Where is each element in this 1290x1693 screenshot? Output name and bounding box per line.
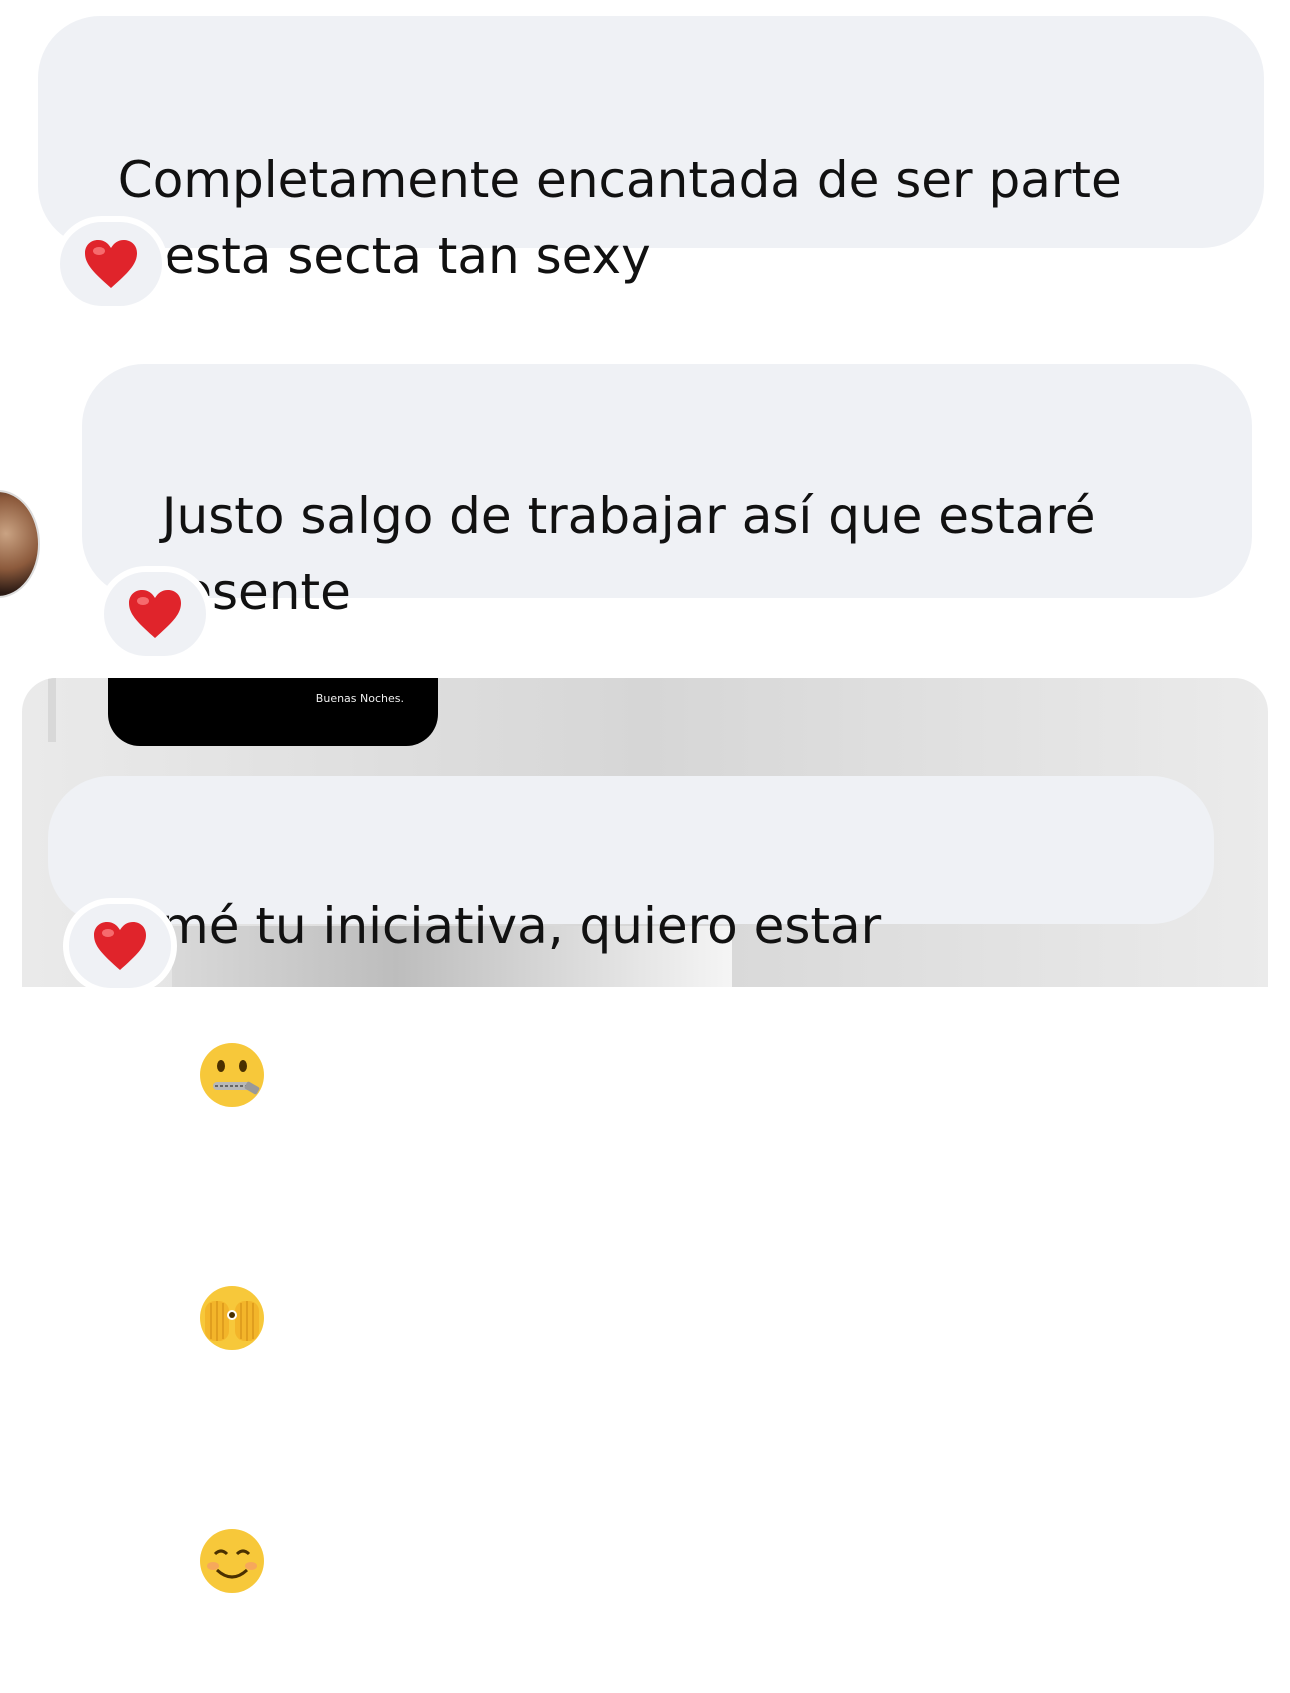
message-bubble[interactable]: Completamente encantada de ser parte de …: [38, 16, 1264, 423]
message-text: Completamente encantada de ser parte de …: [86, 151, 1122, 285]
avatar[interactable]: [0, 490, 40, 598]
reaction-heart-icon[interactable]: [98, 566, 212, 662]
reaction-heart-icon[interactable]: [63, 898, 177, 994]
quoted-image-caption: Buenas Noches.: [315, 692, 404, 705]
message-text: Amé tu iniciativa, quiero estar: [125, 897, 882, 955]
smiling-face-icon: [134, 1450, 268, 1693]
reaction-heart-icon[interactable]: [54, 216, 168, 312]
reply-indicator: [48, 678, 56, 742]
face-with-peeking-eye-icon: [134, 1207, 268, 1450]
zipper-mouth-face-icon: [134, 964, 268, 1207]
message-bubble[interactable]: Amé tu iniciativa, quiero estar: [48, 776, 1214, 1593]
message-text: Justo salgo de trabajar así que estaré p…: [130, 487, 1096, 621]
message-bubble[interactable]: Justo salgo de trabajar así que estaré p…: [82, 364, 1252, 621]
quoted-image[interactable]: Buenas Noches.: [108, 678, 438, 746]
